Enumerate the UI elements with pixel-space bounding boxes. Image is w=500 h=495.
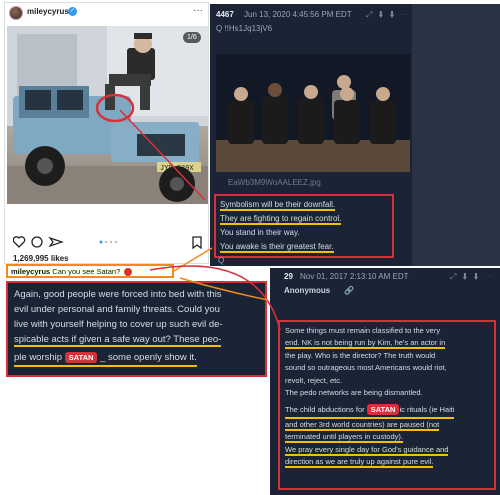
post-line: sound so outrageous most Americans would… (285, 363, 447, 373)
post-line-text: terminated until players in custody). (285, 432, 403, 444)
group-photo-illustration (216, 54, 410, 172)
drop-quote-box: Again, good people were forced into bed … (6, 281, 267, 377)
post-line-text: and other 3rd world countries) are pause… (285, 419, 440, 431)
poster-tripcode: Q !!Hs1Jq13jV6 (216, 24, 273, 33)
quote-line: They are fighting to regain control. (220, 214, 342, 225)
post-line: terminated until players in custody). (285, 431, 489, 444)
comment-icon[interactable] (31, 236, 43, 248)
quote-line: evil under personal and family threats. … (14, 304, 220, 315)
post-date: Nov 01, 2017 2:13:10 AM EDT (300, 272, 409, 281)
post-line: We pray every single day for God's guida… (285, 444, 489, 456)
q-post-29: 29 Nov 01, 2017 2:13:10 AM EDT ⤢ ⬇ ⬇ ⋯ A… (270, 268, 500, 495)
instagram-actions (12, 235, 203, 250)
post-line: and other 3rd world countries) are pause… (285, 419, 489, 431)
share-icon[interactable] (48, 236, 64, 248)
satan-tag: SATAN (366, 404, 400, 416)
post-line-post: ic rituals (ie Haiti (399, 405, 455, 415)
instagram-caption: mileycyrus Can you see Satan? (6, 264, 174, 278)
like-heart-icon[interactable] (12, 236, 26, 248)
devil-emoji-icon (124, 268, 133, 277)
highlighted-quote-box: Symbolism will be their downfall. They a… (214, 194, 394, 258)
carousel-dots (99, 240, 118, 244)
verified-icon: ✓ (68, 7, 77, 16)
post-signature: Q (218, 256, 225, 265)
post-number[interactable]: 4467 (216, 10, 234, 19)
post-tool-icons[interactable]: ⤢ ⬇ ⬇ ⋯ (450, 272, 495, 282)
quote-line: You awake is their greatest fear. (220, 242, 334, 253)
post-line: Some things must remain classified to th… (285, 326, 441, 335)
quote-line: Again, good people were forced into bed … (14, 289, 222, 300)
image-filename[interactable]: EaWb3M9WoAALEEZ.jpg (228, 178, 321, 187)
post-line: revolt, reject, etc. (285, 375, 343, 385)
post-line: The pedo networks are being dismantled. (285, 388, 423, 398)
caption-text: Can you see Satan? (52, 267, 121, 276)
quote-line-main: spicable acts if given a safe way out? T… (14, 334, 222, 347)
satan-tag: SATAN (64, 352, 98, 363)
quote-line: ple worship SATAN _ some openly show it. (14, 350, 197, 367)
post-line-pre: The child abductions for (285, 405, 365, 415)
post-tool-icons[interactable]: ⤢ ⬇ ⬇ ⋯ (366, 10, 411, 20)
likes-count: 1,269,995 likes (13, 254, 69, 263)
highlighted-post-body: Some things must remain classified to th… (278, 320, 496, 490)
quote-line: Symbolism will be their downfall. (220, 200, 336, 211)
post-line-text: end. NK is not being run by Kim, he's an… (285, 338, 446, 350)
quote-line-post: _ some openly show it. (100, 352, 197, 363)
post-line-text: We pray every single day for God's guida… (285, 444, 449, 456)
post-line: direction as we are truly up against pur… (285, 456, 489, 469)
quote-line: You stand in their way. (220, 228, 300, 237)
post-line: end. NK is not being run by Kim, he's an… (285, 337, 489, 350)
quote-line: live with yourself helping to cover up s… (14, 319, 223, 330)
instagram-header: mileycyrus ✓ ··· (5, 3, 210, 25)
instagram-username[interactable]: mileycyrus (27, 7, 69, 16)
quote-line: spicable acts if given a safe way out? T… (14, 332, 259, 347)
instagram-post: mileycyrus ✓ ··· JYD 839X (4, 2, 209, 264)
quote-line-pre: ple worship (14, 352, 63, 363)
jeep-photo-illustration: JYD 839X (7, 26, 208, 204)
poster-name: Anonymous (284, 286, 331, 295)
post-line: the play. Who is the director? The truth… (285, 350, 436, 360)
instagram-photo[interactable]: JYD 839X 1/6 (7, 26, 208, 204)
post-line-text: direction as we are truly up against pur… (285, 457, 434, 469)
more-options-icon[interactable]: ··· (193, 5, 203, 16)
group-photo[interactable] (216, 54, 410, 172)
post-number[interactable]: 29 (284, 272, 293, 281)
side-panel (412, 4, 500, 266)
post-date: Jun 13, 2020 4:45:56 PM EDT (244, 10, 352, 19)
bookmark-icon[interactable] (192, 236, 202, 250)
caption-username[interactable]: mileycyrus (11, 267, 50, 276)
link-icon[interactable]: 🔗 (344, 286, 354, 295)
post-line: The child abductions for SATAN ic rituals… (285, 404, 455, 419)
q-post-4467: 4467 Jun 13, 2020 4:45:56 PM EDT ⤢ ⬇ ⬇ ⋯… (210, 4, 412, 266)
carousel-counter: 1/6 (183, 32, 201, 43)
avatar[interactable] (9, 6, 23, 20)
